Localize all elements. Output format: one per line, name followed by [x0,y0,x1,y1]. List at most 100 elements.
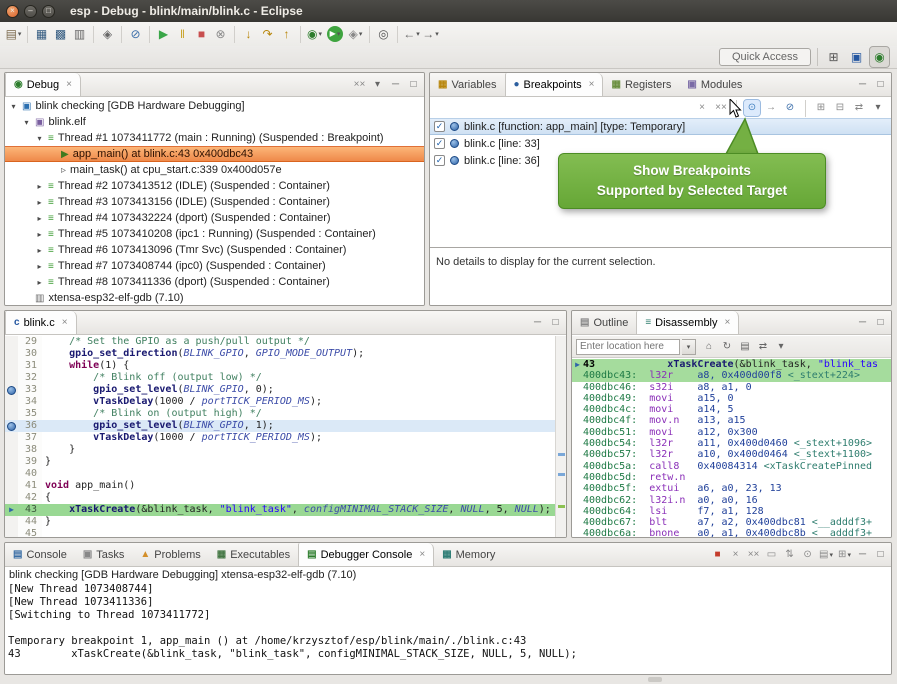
view-menu-icon[interactable]: ▾ [370,77,385,93]
disassembly-row[interactable]: 400dbc4c: movi a14, 5 [572,404,891,415]
print-icon[interactable]: ▥ [70,24,89,44]
editor-gutter[interactable] [5,348,18,360]
breakpoint-row[interactable]: ✓blink.c [function: app_main] [type: Tem… [430,118,891,135]
tab-disassembly[interactable]: ≡Disassembly× [636,311,739,334]
sync-context-icon[interactable]: ⇄ [755,339,771,355]
tree-twisty-icon[interactable]: ▸ [35,198,44,207]
disassembly-row[interactable]: 400dbc6a: bnone a0, a1, 0x400dbc8b <__ad… [572,528,891,538]
tree-twisty-icon[interactable]: ▾ [35,134,44,143]
editor-line[interactable]: 42{ [5,492,566,504]
disconnect-icon[interactable]: ⊗ [211,24,230,44]
close-tab-icon[interactable]: × [725,317,731,328]
dropdown-arrow-icon[interactable]: ▾ [359,30,363,38]
forward-icon[interactable]: →▾ [421,24,440,44]
c-cpp-perspective-icon[interactable]: ▣ [847,47,866,67]
minimize-button[interactable]: – [24,5,37,18]
disassembly-row[interactable]: 400dbc46: s32i a8, a1, 0 [572,382,891,393]
overview-annotation-mark[interactable] [558,453,565,456]
remove-launch-icon[interactable]: × [728,547,743,563]
build-icon[interactable]: ◈ [98,24,117,44]
editor-gutter[interactable] [5,420,18,432]
view-menu-icon[interactable]: ▾ [773,339,789,355]
disassembly-row[interactable]: 400dbc43: l32r a8, 0x400d00f8 <_stext+22… [572,370,891,381]
tree-twisty-icon[interactable]: ▸ [35,214,44,223]
tab-variables[interactable]: ▦Variables [430,73,505,96]
tree-twisty-icon[interactable]: ▸ [35,278,44,287]
editor-gutter[interactable] [5,480,18,492]
editor-gutter[interactable] [5,468,18,480]
disassembly-row[interactable]: 400dbc5a: call8 0x40084314 <xTaskCreateP… [572,461,891,472]
editor-line[interactable]: 30 gpio_set_direction(BLINK_GPIO, GPIO_M… [5,348,566,360]
open-console-icon[interactable]: ⊞▾ [837,547,852,563]
console-output[interactable]: [New Thread 1073408744][New Thread 10734… [5,583,891,674]
editor-line[interactable]: 29 /* Set the GPIO as a push/pull output… [5,336,566,348]
breakpoint-row[interactable]: ✓blink.c [line: 33] [430,135,891,152]
tab-executables[interactable]: ▦Executables [209,543,298,566]
resume-icon[interactable]: ▶ [154,24,173,44]
editor-gutter[interactable] [5,492,18,504]
external-tools-icon[interactable]: ◈▾ [346,24,365,44]
debug-tree-item[interactable]: ▾≡Thread #1 1073411772 (main : Running) … [5,130,424,146]
dropdown-arrow-icon[interactable]: ▾ [18,30,22,38]
editor-line[interactable]: 45 [5,528,566,538]
minimize-icon[interactable]: ─ [530,315,545,331]
minimize-icon[interactable]: ─ [855,315,870,331]
tab-debug[interactable]: ◉Debug× [5,73,81,96]
display-selected-console-icon[interactable]: ▤▾ [818,547,834,563]
new-wizard-icon[interactable]: ▤▾ [4,24,23,44]
disassembly-row[interactable]: ▶43 xTaskCreate(&blink_task, "blink_tas [572,359,891,370]
pin-console-icon[interactable]: ⊙ [800,547,815,563]
dropdown-arrow-icon[interactable]: ▾ [435,30,439,38]
disassembly-row[interactable]: 400dbc4f: mov.n a13, a15 [572,415,891,426]
editor-gutter[interactable] [5,408,18,420]
scroll-lock-icon[interactable]: ⇅ [782,547,797,563]
breakpoint-marker-icon[interactable] [7,386,16,395]
dropdown-arrow-icon[interactable]: ▾ [318,30,322,38]
dropdown-arrow-icon[interactable]: ▾ [416,30,420,38]
overview-annotation-mark[interactable] [558,473,565,476]
view-menu-icon[interactable]: ▾ [870,100,886,116]
tab-blink-c[interactable]: cblink.c× [5,311,77,334]
tab-tasks[interactable]: ▣Tasks [75,543,133,566]
tab-memory[interactable]: ▦Memory [434,543,503,566]
disassembly-row[interactable]: 400dbc54: l32r a11, 0x400d0460 <_stext+1… [572,438,891,449]
editor-line[interactable]: 36 gpio_set_level(BLINK_GPIO, 1); [5,420,566,432]
editor-line[interactable]: 39} [5,456,566,468]
close-tab-icon[interactable]: × [419,549,425,560]
debug-tree-item[interactable]: ▸≡Thread #3 1073413156 (IDLE) (Suspended… [5,194,424,210]
breakpoint-checkbox[interactable]: ✓ [434,121,445,132]
goto-file-for-breakpoint-icon[interactable]: → [763,100,779,116]
editor-line[interactable]: 34 vTaskDelay(1000 / portTICK_PERIOD_MS)… [5,396,566,408]
debug-perspective-icon[interactable]: ◉ [870,47,889,67]
editor-line[interactable]: 38 } [5,444,566,456]
debug-tree-item[interactable]: ▸≡Thread #5 1073410208 (ipc1 : Running) … [5,226,424,242]
minimize-icon[interactable]: ─ [855,77,870,93]
disassembly-row[interactable]: 400dbc62: l32i.n a0, a0, 16 [572,495,891,506]
dropdown-arrow-icon[interactable]: ▾ [847,551,851,559]
breakpoint-checkbox[interactable]: ✓ [434,155,445,166]
disassembly-row[interactable]: 400dbc51: movi a12, 0x300 [572,427,891,438]
tab-console[interactable]: ▤Console [5,543,75,566]
tab-problems[interactable]: ▲Problems [132,543,208,566]
maximize-icon[interactable]: □ [406,77,421,93]
close-button[interactable]: × [6,5,19,18]
debug-icon[interactable]: ◉▾ [305,24,324,44]
disassembly-row[interactable]: 400dbc5f: extui a6, a0, 23, 13 [572,483,891,494]
minimize-icon[interactable]: ─ [855,547,870,563]
editor-gutter[interactable] [5,516,18,528]
open-perspective-icon[interactable]: ⊞ [824,47,843,67]
editor-content[interactable]: 29 /* Set the GPIO as a push/pull output… [5,336,566,537]
editor-gutter[interactable] [5,432,18,444]
remove-all-breakpoints-icon[interactable]: ×× [713,100,729,116]
debug-tree-item[interactable]: ▸≡Thread #8 1073411336 (dport) (Suspende… [5,274,424,290]
debug-tree-item[interactable]: ▹main_task() at cpu_start.c:339 0x400d05… [5,162,424,178]
editor-gutter[interactable] [5,372,18,384]
maximize-icon[interactable]: □ [548,315,563,331]
tree-twisty-icon[interactable]: ▾ [22,118,31,127]
dropdown-arrow-icon[interactable]: ▾ [337,30,341,38]
tree-twisty-icon[interactable]: ▸ [35,262,44,271]
editor-line[interactable]: ▶43 xTaskCreate(&blink_task, "blink_task… [5,504,566,516]
tab-outline[interactable]: ▤Outline [572,311,636,334]
remove-all-launches-icon[interactable]: ×× [746,547,761,563]
tab-breakpoints[interactable]: ●Breakpoints× [505,73,604,96]
